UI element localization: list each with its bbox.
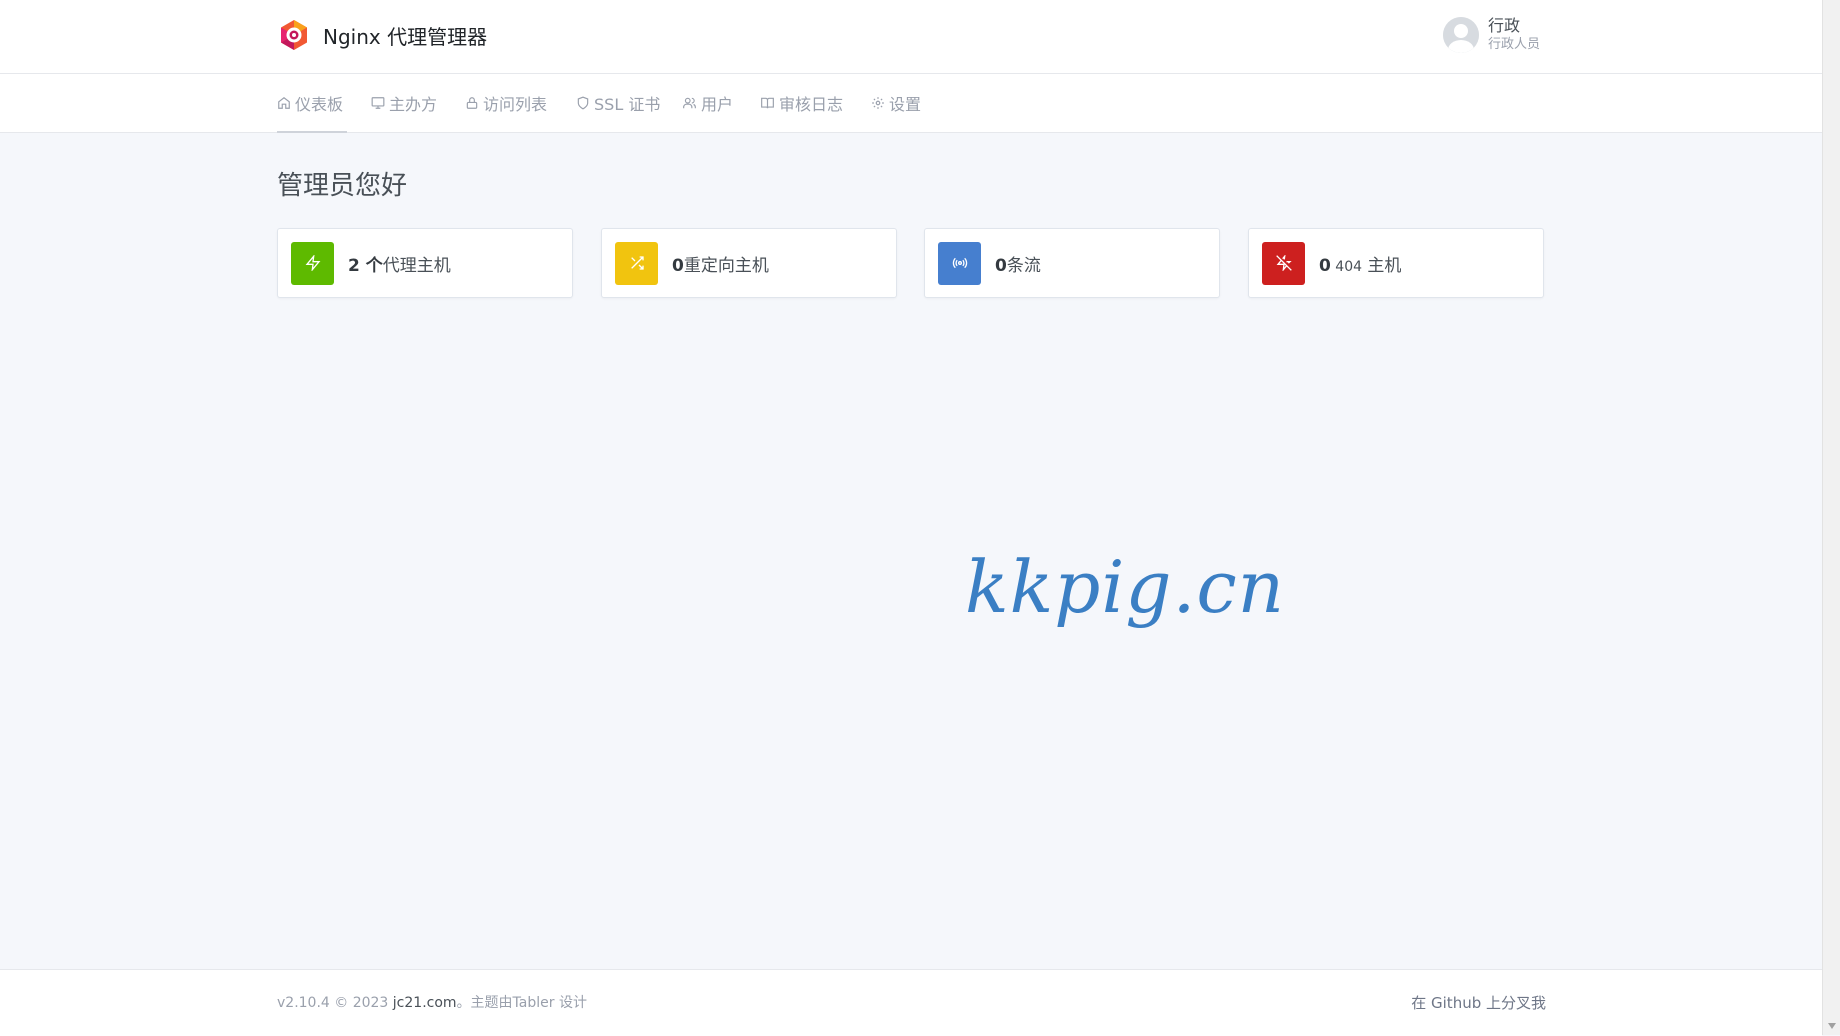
radio-icon [938,241,981,285]
footer-version: v2.10.4 © 2023 [277,995,393,1011]
stat-count: 0 [1319,255,1331,276]
zap-icon [291,241,334,285]
tab-audit-log[interactable]: 审核日志 [760,74,843,132]
tab-hosts[interactable]: 主办方 [371,74,437,132]
main-nav: 仪表板 主办方 访问列表 SSL 证书 用户 审核日志 设置 [0,74,1822,133]
stat-card-proxy-hosts[interactable]: 2 个代理主机 [277,228,573,298]
tab-access-lists[interactable]: 访问列表 [465,74,547,132]
user-avatar-icon [1443,17,1479,53]
nav-label: 设置 [889,95,922,114]
nav-label: 仪表板 [295,95,344,114]
footer-credits: v2.10.4 © 2023 jc21.com。主题由Tabler 设计 [277,992,587,1012]
nav-label: 用户 [701,95,734,114]
tab-users[interactable]: 用户 [682,74,733,132]
user-name: 行政 [1488,16,1521,35]
stat-label: 代理主机 [382,255,451,276]
avatar [1443,17,1479,53]
user-role: 行政人员 [1488,37,1541,52]
stat-label: 重定向主机 [683,255,769,276]
shuffle-icon [615,241,658,285]
scroll-down-icon[interactable] [1828,1023,1836,1029]
stat-card-text: 0 404 主机 [1319,251,1401,276]
book-icon [761,97,774,109]
stat-card-streams[interactable]: 0条流 [924,228,1220,298]
stat-card-text: 0重定向主机 [672,251,769,276]
top-header: Nginx 代理管理器 行政 行政人员 [0,0,1822,74]
stat-count: 0 [995,255,1007,276]
tab-ssl-certificates[interactable]: SSL 证书 [576,74,660,132]
footer: v2.10.4 © 2023 jc21.com。主题由Tabler 设计 在 G… [0,969,1822,1036]
vertical-scrollbar[interactable] [1822,0,1840,1035]
watermark: kkpig.cn [965,545,1286,629]
home-icon [278,97,290,109]
nav-label: 访问列表 [483,95,548,114]
active-tab-indicator [277,131,347,133]
stat-count: 2 [348,255,360,276]
zap-off-icon [1262,241,1305,285]
nav-label: SSL 证书 [594,95,661,114]
monitor-icon [371,97,385,109]
lock-icon [466,97,478,109]
stat-card-redirection-hosts[interactable]: 0重定向主机 [601,228,897,298]
github-fork-link[interactable]: 在 Github 上分叉我 [1411,992,1546,1013]
stat-label-code: 404 [1330,258,1363,275]
shield-icon [577,96,589,110]
stat-count: 0 [672,255,684,276]
nav-label: 主办方 [389,95,438,114]
nginx-logo-icon [281,20,307,50]
brand-name: Nginx 代理管理器 [323,24,488,49]
footer-suffix: 。主题由Tabler 设计 [456,995,587,1011]
stat-label: 条流 [1006,255,1041,276]
stat-card-text: 2 个代理主机 [348,251,451,276]
footer-link[interactable]: jc21.com [393,995,457,1011]
stat-card-text: 0条流 [995,251,1041,276]
users-icon [683,97,696,109]
tab-settings[interactable]: 设置 [871,74,921,132]
nav-label: 审核日志 [779,95,844,114]
page-title: 管理员您好 [277,171,408,201]
stat-label: 主机 [1362,255,1402,276]
tab-dashboard[interactable]: 仪表板 [277,74,343,132]
brand[interactable]: Nginx 代理管理器 [277,18,487,52]
stat-unit: 个 [359,255,383,276]
gear-icon [872,97,884,109]
stat-card-404-hosts[interactable]: 0 404 主机 [1248,228,1544,298]
user-menu[interactable]: 行政 行政人员 [1443,16,1540,54]
